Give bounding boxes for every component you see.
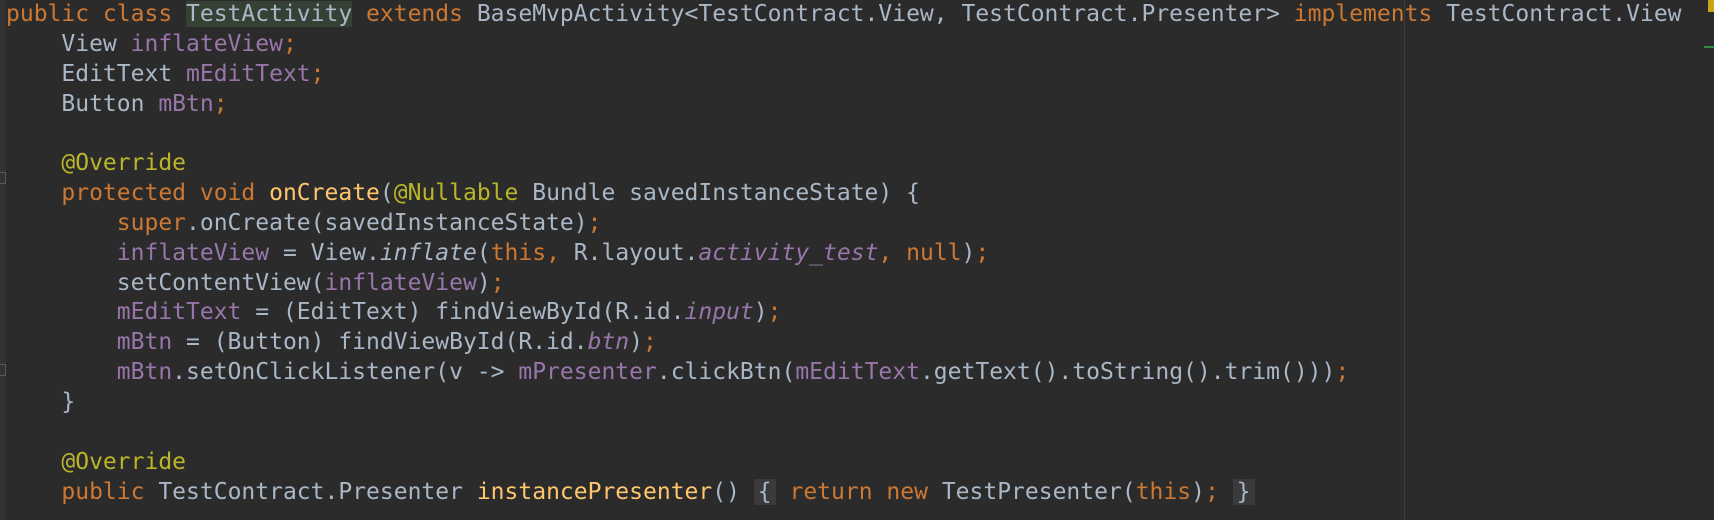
code-token: ) bbox=[1191, 478, 1205, 505]
code-token: .clickBtn( bbox=[656, 359, 796, 386]
code-line[interactable] bbox=[6, 418, 1682, 448]
code-line[interactable]: inflateView = View.inflate(this, R.layou… bbox=[6, 239, 1682, 269]
code-token: mBtn bbox=[158, 90, 214, 117]
code-token: setContentView( bbox=[6, 269, 325, 296]
code-token: mEditText bbox=[795, 359, 920, 386]
code-token: Bundle savedInstanceState) { bbox=[518, 180, 920, 207]
code-token: onCreate bbox=[269, 180, 380, 207]
code-line[interactable]: setContentView(inflateView); bbox=[6, 269, 1682, 299]
code-token: .getText().toString().trim())) bbox=[919, 359, 1336, 386]
code-line[interactable]: mBtn.setOnClickListener(v -> mPresenter.… bbox=[6, 358, 1682, 388]
code-token: = View. bbox=[269, 239, 380, 266]
error-stripe[interactable] bbox=[1704, 0, 1714, 520]
code-line[interactable]: Button mBtn; bbox=[6, 90, 1682, 120]
code-token: input bbox=[684, 299, 754, 326]
code-token: } bbox=[1232, 478, 1255, 505]
code-token: null bbox=[906, 239, 962, 266]
code-token: inflateView bbox=[130, 30, 283, 57]
code-token: ; bbox=[587, 209, 602, 236]
code-token: , bbox=[878, 239, 907, 266]
code-token: .setOnClickListener(v -> bbox=[172, 359, 519, 386]
code-token: public class bbox=[6, 1, 187, 27]
code-token: TestContract.Presenter bbox=[158, 478, 477, 505]
code-token: TestPresenter( bbox=[941, 478, 1136, 505]
code-line[interactable]: @Override bbox=[6, 448, 1682, 478]
code-token: ; bbox=[975, 239, 990, 266]
code-token: activity_test bbox=[698, 239, 879, 266]
code-token: ) bbox=[961, 239, 976, 266]
code-token: TestActivity bbox=[186, 1, 353, 27]
code-line[interactable]: protected void onCreate(@Nullable Bundle… bbox=[6, 179, 1682, 209]
code-line[interactable]: } bbox=[6, 388, 1682, 418]
code-token: View bbox=[6, 30, 131, 57]
code-token: ) bbox=[753, 299, 768, 326]
code-token: } bbox=[6, 388, 76, 415]
code-token: mEditText bbox=[6, 299, 242, 326]
code-line[interactable]: super.onCreate(savedInstanceState); bbox=[6, 209, 1682, 239]
code-token: protected void bbox=[6, 180, 270, 207]
code-editor[interactable]: public class TestActivity extends BaseMv… bbox=[0, 0, 1714, 520]
code-token: ) bbox=[476, 269, 491, 296]
code-token: @Override bbox=[6, 448, 187, 475]
code-token: ; bbox=[767, 299, 782, 326]
code-token: mEditText bbox=[186, 60, 311, 87]
code-token: { bbox=[753, 478, 776, 505]
change-marker-icon[interactable] bbox=[1704, 46, 1714, 48]
code-token: btn bbox=[587, 329, 630, 356]
code-token: return new bbox=[775, 478, 942, 505]
code-token: = (EditText) findViewById(R.id. bbox=[241, 299, 685, 326]
code-token: EditText bbox=[6, 60, 187, 87]
code-token: ; bbox=[1335, 359, 1350, 386]
code-token: ; bbox=[643, 329, 657, 356]
code-token: ( bbox=[379, 180, 394, 207]
code-line[interactable]: @Override bbox=[6, 149, 1682, 179]
code-token: () bbox=[712, 478, 754, 505]
code-token: ; bbox=[1204, 478, 1233, 505]
code-line[interactable]: View inflateView; bbox=[6, 30, 1682, 60]
code-token: implements bbox=[1293, 1, 1447, 27]
code-token: ( bbox=[476, 239, 491, 266]
code-token: ; bbox=[213, 90, 228, 117]
code-token: mBtn bbox=[6, 359, 173, 386]
code-token: @Nullable bbox=[393, 180, 519, 207]
code-token: this bbox=[490, 239, 547, 266]
code-token: = (Button) findViewById(R.id. bbox=[172, 329, 588, 356]
code-token: instancePresenter bbox=[476, 478, 713, 505]
code-token: ; bbox=[282, 30, 297, 57]
code-token: R.layout. bbox=[573, 239, 699, 266]
code-token: ; bbox=[490, 269, 505, 296]
warning-marker-icon[interactable] bbox=[1708, 0, 1714, 12]
code-token: inflateView bbox=[324, 269, 477, 296]
code-token: mPresenter bbox=[518, 359, 657, 386]
code-token: .onCreate(savedInstanceState) bbox=[186, 209, 588, 236]
code-line[interactable]: public class TestActivity extends BaseMv… bbox=[6, 0, 1682, 30]
code-token: BaseMvpActivity<TestContract.View, TestC… bbox=[476, 1, 1294, 27]
code-token: Button bbox=[6, 90, 159, 117]
code-token: ) bbox=[629, 329, 643, 356]
code-token: extends bbox=[352, 1, 477, 27]
code-token: inflate bbox=[379, 239, 477, 266]
code-token: ; bbox=[310, 60, 325, 87]
code-token: TestContract.View bbox=[1446, 1, 1682, 27]
code-token: mBtn bbox=[6, 329, 173, 356]
code-token: this bbox=[1135, 478, 1192, 505]
code-token: @Override bbox=[6, 150, 187, 177]
code-line[interactable] bbox=[6, 119, 1682, 149]
code-token: super bbox=[6, 209, 187, 236]
code-token: inflateView bbox=[6, 239, 270, 266]
code-line[interactable]: EditText mEditText; bbox=[6, 60, 1682, 90]
code-token: , bbox=[546, 239, 574, 266]
code-token: public bbox=[6, 478, 159, 505]
code-line[interactable]: mBtn = (Button) findViewById(R.id.btn); bbox=[6, 328, 1682, 358]
code-area[interactable]: public class TestActivity extends BaseMv… bbox=[6, 0, 1682, 507]
code-line[interactable]: public TestContract.Presenter instancePr… bbox=[6, 478, 1682, 508]
code-line[interactable]: mEditText = (EditText) findViewById(R.id… bbox=[6, 298, 1682, 328]
